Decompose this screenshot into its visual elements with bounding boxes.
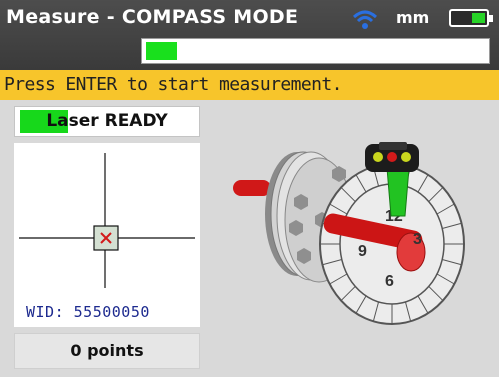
- progress-fill: [146, 42, 177, 60]
- dial-label-9: 9: [358, 243, 367, 260]
- screen-title: Measure - COMPASS MODE: [6, 6, 299, 28]
- dial-label-6: 6: [385, 273, 394, 290]
- compass-measurement-illustration: 12 3 6 9: [233, 142, 465, 325]
- title-bar: Measure - COMPASS MODE mm: [0, 0, 499, 70]
- laser-status-label: Laser READY: [46, 111, 168, 131]
- dial-label-3: 3: [413, 231, 422, 248]
- battery-icon: [449, 9, 493, 27]
- units-label: mm: [396, 8, 430, 27]
- measurement-progress-bar: [141, 38, 490, 64]
- laser-status-button[interactable]: Laser READY: [14, 106, 200, 137]
- shaft-left: [233, 180, 271, 196]
- wifi-icon: [352, 10, 378, 29]
- instruction-banner: Press ENTER to start measurement.: [0, 70, 499, 100]
- battery-level: [472, 13, 485, 23]
- laser-target-view: WID: 55500050: [14, 143, 200, 327]
- battery-tip: [489, 15, 493, 22]
- wid-label: WID: 55500050: [26, 303, 150, 321]
- points-counter: 0 points: [14, 333, 200, 369]
- target-crosshair: [19, 153, 195, 288]
